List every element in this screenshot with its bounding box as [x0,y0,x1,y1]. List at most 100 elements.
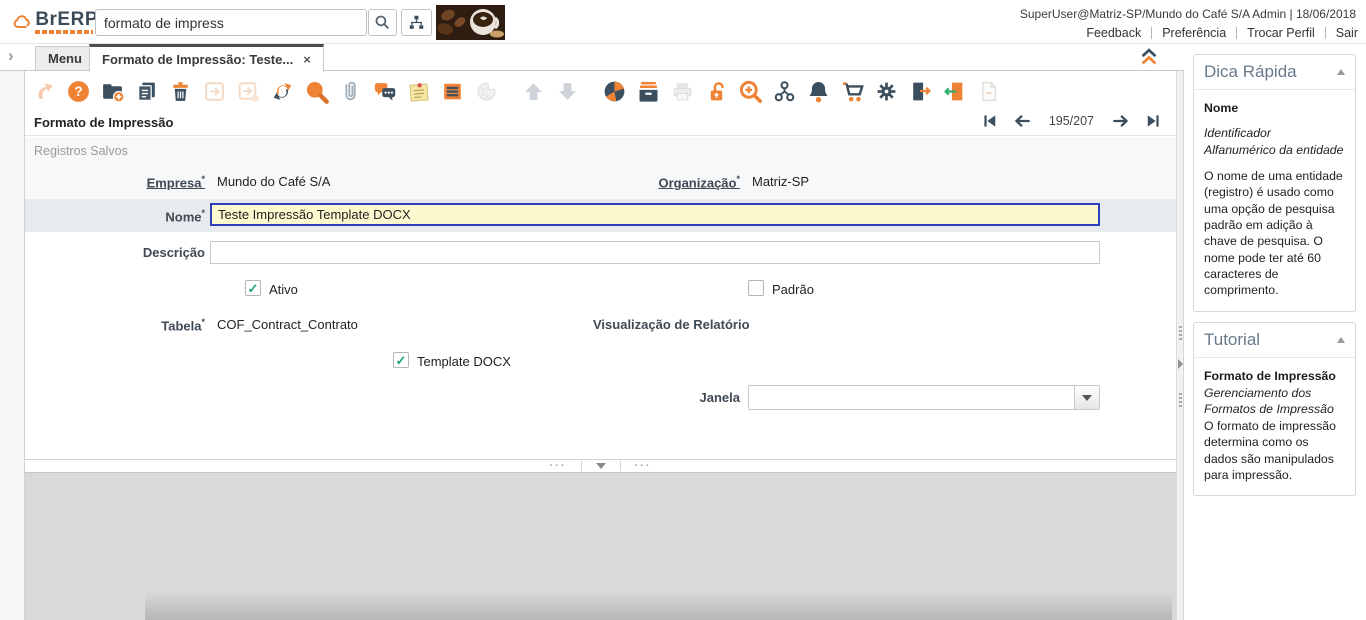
status-bar: Registros Salvos [25,137,1176,165]
collapse-detail-button[interactable] [595,463,606,469]
tab-menu[interactable]: Menu [35,46,95,71]
menu-trocar-perfil[interactable]: Trocar Perfil [1247,26,1315,40]
delete-record-icon[interactable] [167,78,194,105]
save-icon[interactable] [201,78,228,105]
tab-formato-impressao[interactable]: Formato de Impressão: Teste... × [89,44,324,72]
nome-input[interactable] [210,203,1100,226]
global-search-input[interactable] [95,9,367,36]
chevron-down-icon [1082,394,1092,401]
form-row-template: ✓ Template DOCX [25,345,1176,377]
tutorial-panel: Tutorial Formato de Impressão Gerenciame… [1193,321,1356,497]
tutorial-text: O formato de impressão determina como os… [1204,418,1336,482]
new-record-icon[interactable] [99,78,126,105]
template-docx-checkbox[interactable]: ✓ [393,352,409,368]
form-row-nome: Nome* [25,199,1176,232]
search-button[interactable] [368,9,397,36]
expand-west-panel-button[interactable]: › [8,47,14,65]
ativo-label: Ativo [269,282,298,297]
menu-preferencia[interactable]: Preferência [1162,26,1226,40]
ativo-checkbox[interactable]: ✓ [245,280,261,296]
previous-record-icon[interactable] [1012,112,1032,130]
expand-east-arrow-icon[interactable] [1178,359,1183,369]
next-record-icon[interactable] [1111,112,1131,130]
file-icon[interactable] [975,78,1002,105]
logo-brand-text: BrERP [35,8,98,30]
chart-icon[interactable] [601,78,628,105]
find-icon[interactable] [303,78,330,105]
parent-record-icon[interactable] [520,78,547,105]
last-record-icon[interactable] [1144,112,1162,130]
detail-pane-collapsed[interactable] [25,473,1176,620]
window-title: Formato de Impressão [34,115,174,130]
process-icon[interactable] [873,78,900,105]
descricao-input[interactable] [210,241,1100,264]
note-icon[interactable] [405,78,432,105]
status-text: Registros Salvos [34,144,128,158]
detail-record-icon[interactable] [554,78,581,105]
requery-icon[interactable] [269,78,296,105]
help-icon[interactable]: ? [65,78,92,105]
top-menu: Feedback Preferência Trocar Perfil Sair [1086,26,1358,40]
collapse-panel-icon[interactable] [1337,336,1345,343]
dica-rapida-body: Nome Identificador Alfanumérico da entid… [1194,90,1355,311]
attachment-icon[interactable] [337,78,364,105]
copy-record-icon[interactable] [133,78,160,105]
archive-icon[interactable] [635,78,662,105]
dica-subtitle: Identificador Alfanumérico da entidade [1204,126,1344,157]
janela-combobox[interactable] [748,385,1100,410]
form-row-tabela: Tabela* COF_Contract_Contrato Visualizaç… [25,309,1176,341]
window-content: ? Formato de Impressão 195/207 Registros… [25,71,1176,620]
toolbar: ? [31,73,1002,109]
brerp-logo[interactable]: BrERP [10,5,98,39]
tutorial-heading: Formato de Impressão [1204,368,1336,383]
undo-icon[interactable] [31,78,58,105]
customize-icon[interactable] [473,78,500,105]
horizontal-splitter[interactable]: ··· ··· [25,459,1176,473]
workflow-icon[interactable] [771,78,798,105]
zoom-across-icon[interactable] [737,78,764,105]
logo-tagline [35,29,94,34]
empresa-label[interactable]: Empresa* [25,174,205,190]
sitemap-icon [409,15,424,29]
save-and-new-icon[interactable] [235,78,262,105]
padrao-label: Padrão [772,282,814,297]
divider [1236,27,1238,39]
collapsed-west-panel[interactable] [0,71,25,620]
lock-icon[interactable] [703,78,730,105]
close-tab-icon[interactable]: × [303,52,311,67]
organizacao-label[interactable]: Organização* [565,174,740,190]
record-navigation: 195/207 [981,112,1162,130]
toggle-grid-icon[interactable] [439,78,466,105]
notifications-icon[interactable] [805,78,832,105]
chat-icon[interactable] [371,78,398,105]
sign-out-icon[interactable] [941,78,968,105]
splitter-grip [1179,393,1182,407]
splitter-grip[interactable]: ··· [635,461,652,472]
collapse-header-button[interactable] [1138,46,1162,70]
dica-rapida-header[interactable]: Dica Rápida [1194,55,1355,90]
janela-input[interactable] [749,386,1074,409]
splitter-grip[interactable]: ··· [550,461,567,472]
menu-sair[interactable]: Sair [1336,26,1358,40]
cloud-icon [13,15,30,29]
detail-pane-shadow [145,592,1172,620]
form-row-descricao: Descrição [25,237,1176,269]
tutorial-header[interactable]: Tutorial [1194,323,1355,358]
tab-bar: › Menu Formato de Impressão: Teste... × [0,44,1184,72]
template-docx-label: Template DOCX [417,354,511,369]
print-icon[interactable] [669,78,696,105]
export-icon[interactable] [907,78,934,105]
form-row-checkboxes: ✓ Ativo Padrão [25,273,1176,305]
splitter-grip [1179,326,1182,340]
first-record-icon[interactable] [981,112,999,130]
divider [1324,27,1326,39]
padrao-checkbox[interactable] [748,280,764,296]
requisition-icon[interactable] [839,78,866,105]
descricao-label: Descrição [142,245,205,260]
menu-feedback[interactable]: Feedback [1086,26,1141,40]
janela-dropdown-button[interactable] [1074,386,1099,409]
menu-tree-button[interactable] [401,9,432,36]
east-help-panel: Dica Rápida Nome Identificador Alfanumér… [1184,44,1366,620]
vertical-splitter[interactable] [1176,71,1184,620]
collapse-panel-icon[interactable] [1337,69,1345,75]
